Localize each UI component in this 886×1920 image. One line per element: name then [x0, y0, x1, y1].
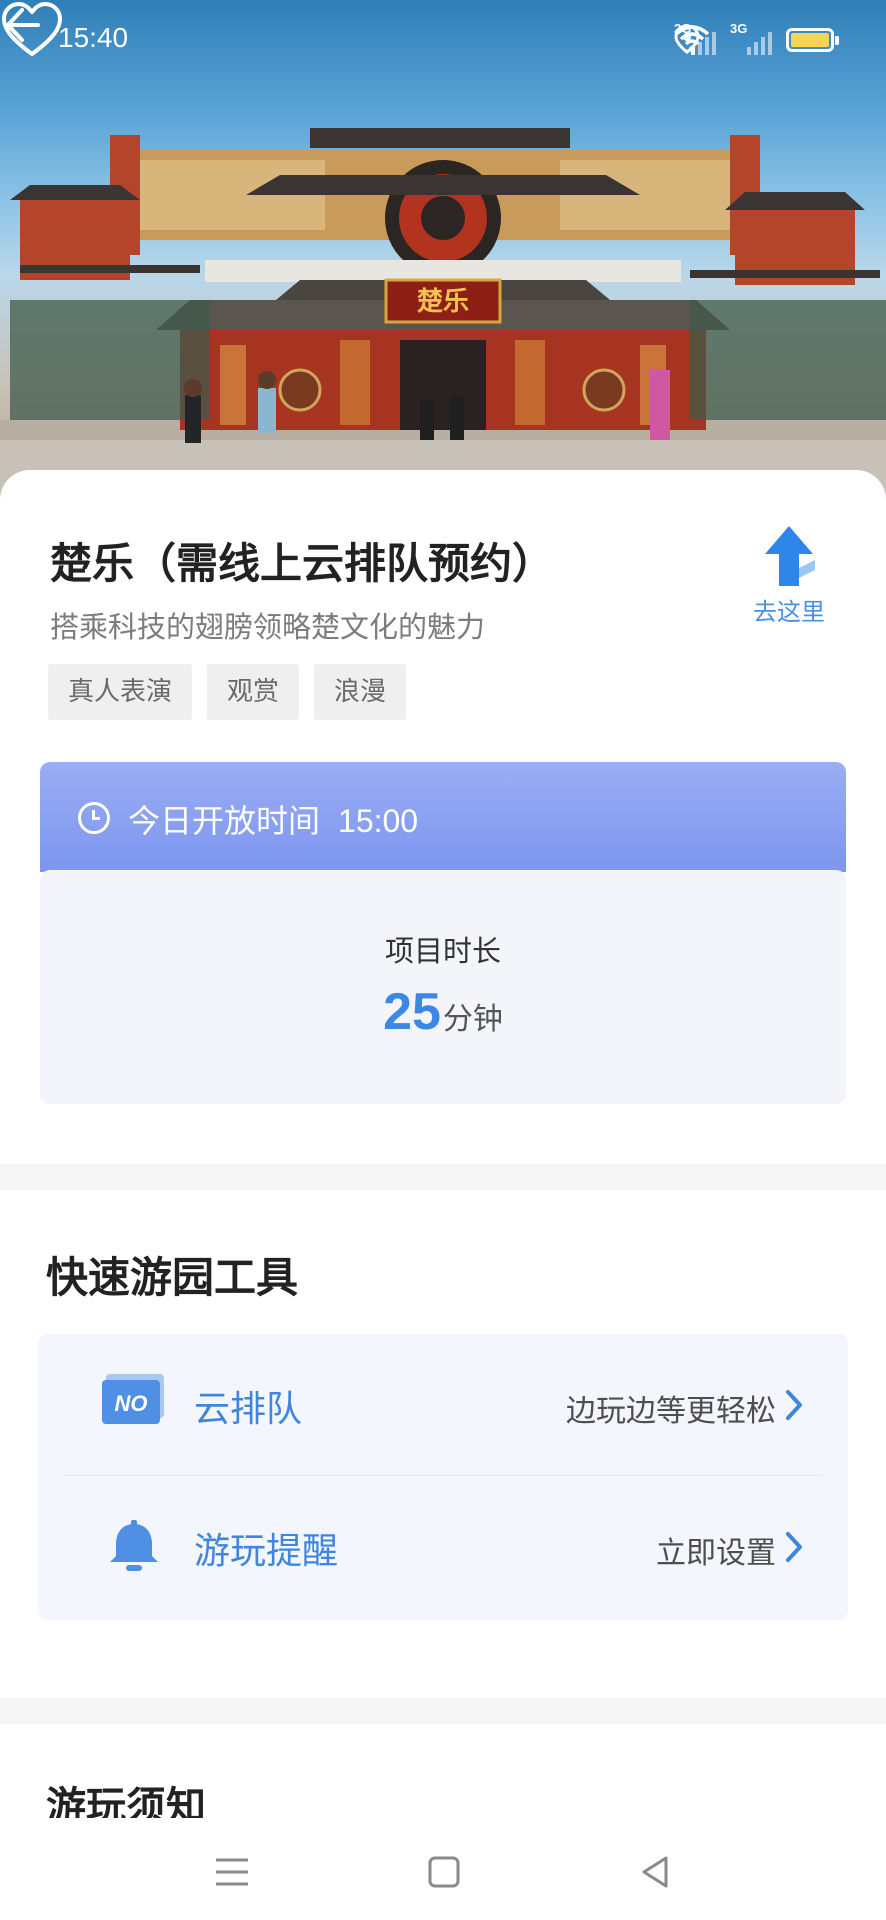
opening-time-value: 15:00 — [338, 803, 419, 839]
duration-value: 25 — [383, 983, 441, 1041]
navigate-arrow-icon — [765, 526, 815, 586]
no-queue-badge-icon: NO — [102, 1374, 164, 1424]
duration-value-wrap: 25分钟 — [40, 982, 846, 1042]
sim2-signal-icon: 3G — [730, 21, 772, 55]
tools-card: NO 云排队 边玩边等更轻松 游玩提醒 立即设置 — [38, 1334, 848, 1620]
heart-outline-icon[interactable] — [0, 0, 64, 60]
system-nav-bar — [0, 1818, 886, 1920]
tag-list: 真人表演 观赏 浪漫 — [48, 664, 407, 720]
opening-time-header: 今日开放时间 15:00 — [40, 762, 846, 872]
status-time: 15:40 — [58, 22, 129, 53]
opening-time-text: 今日开放时间 15:00 — [128, 796, 418, 842]
duration-card: 项目时长 25分钟 — [40, 870, 846, 1104]
sim1-signal-icon: 2G — [674, 21, 716, 55]
tools-section-title: 快速游园工具 — [46, 1253, 299, 1302]
duration-unit: 分钟 — [442, 1002, 503, 1037]
chevron-right-icon — [786, 1390, 802, 1420]
tool-hint: 立即设置 — [656, 1536, 776, 1571]
tool-row-cloud-queue[interactable]: NO 云排队 边玩边等更轻松 — [38, 1334, 848, 1474]
section-divider — [0, 1164, 886, 1190]
section-divider — [0, 1698, 886, 1724]
tool-hint: 边玩边等更轻松 — [566, 1394, 776, 1429]
chevron-right-icon — [786, 1532, 802, 1562]
sim2-network-label: 3G — [730, 21, 748, 36]
palace-sign: 楚乐 — [417, 287, 469, 317]
navigate-label: 去这里 — [753, 598, 825, 626]
sim1-network-label: 2G — [674, 21, 692, 36]
no-badge-text: NO — [115, 1391, 148, 1416]
tool-row-play-reminder[interactable]: 游玩提醒 立即设置 — [38, 1476, 848, 1616]
tool-name: 云排队 — [194, 1389, 303, 1430]
tag: 观赏 — [207, 664, 300, 720]
navigate-button[interactable]: 去这里 — [744, 524, 834, 627]
back-triangle-icon[interactable] — [636, 1852, 676, 1892]
opening-time-label: 今日开放时间 — [128, 802, 321, 840]
menu-icon[interactable] — [212, 1852, 252, 1892]
notice-section-title: 游玩须知 — [46, 1784, 206, 1822]
status-icons: 2G 3G — [674, 21, 839, 56]
attraction-subtitle: 搭乘科技的翅膀领略楚文化的魅力 — [50, 610, 486, 644]
tag: 浪漫 — [314, 664, 407, 720]
duration-label: 项目时长 — [384, 934, 501, 968]
status-bar: 15:40 2G 3G — [0, 0, 886, 78]
tag: 真人表演 — [48, 664, 193, 720]
hero-image: 楚乐 15:40 2G 3G — [0, 0, 886, 500]
battery-icon — [786, 28, 839, 52]
home-square-icon[interactable] — [424, 1852, 464, 1892]
bell-icon — [110, 1520, 158, 1571]
tool-name: 游玩提醒 — [194, 1531, 339, 1572]
attraction-title: 楚乐（需线上云排队预约） — [50, 539, 555, 588]
clock-icon — [78, 802, 110, 834]
